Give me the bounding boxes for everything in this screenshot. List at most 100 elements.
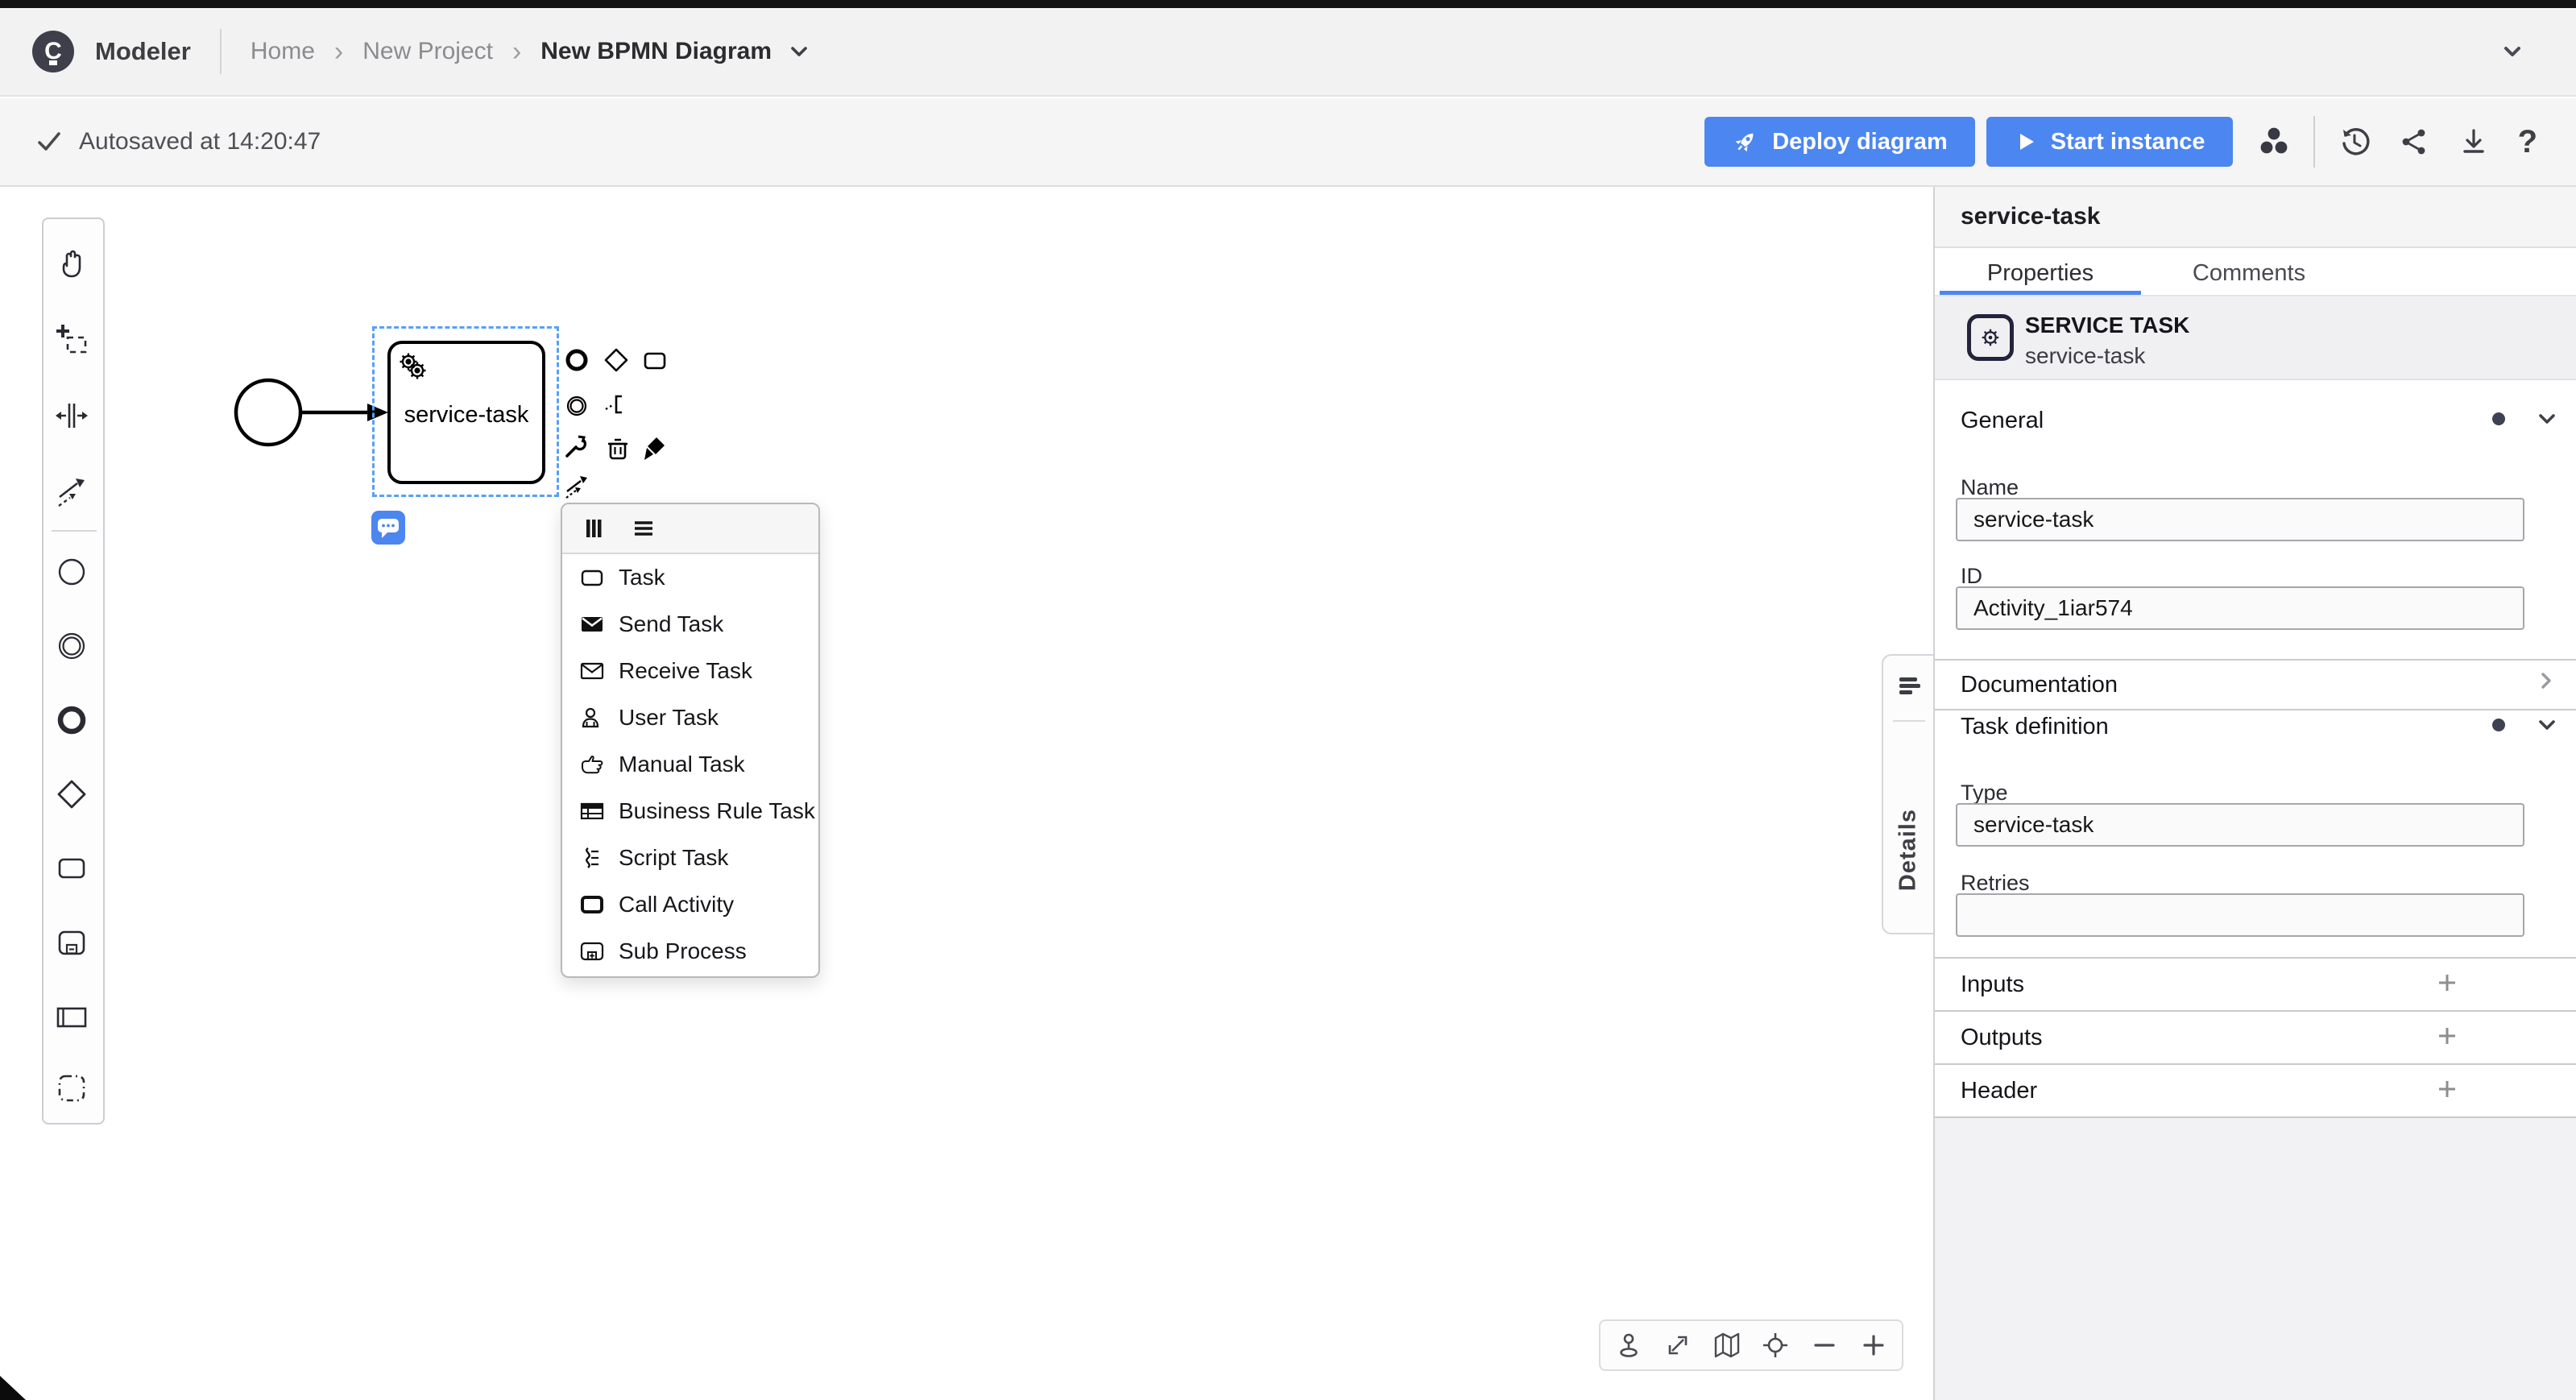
create-group-icon[interactable] — [54, 1071, 89, 1106]
menu-item-script-task[interactable]: Script Task — [562, 835, 818, 881]
id-input[interactable] — [1956, 586, 2524, 630]
sub-process-icon — [578, 938, 606, 965]
minimap-icon[interactable] — [1712, 1330, 1742, 1361]
create-participant-icon[interactable] — [54, 999, 89, 1034]
tab-properties[interactable]: Properties — [1940, 250, 2141, 296]
breadcrumb-project[interactable]: New Project — [362, 38, 493, 65]
reset-viewport-icon[interactable] — [1613, 1330, 1644, 1361]
documentation-chevron-right-icon[interactable] — [2534, 669, 2558, 693]
element-type-label: SERVICE TASK — [2025, 313, 2189, 338]
menu-item-user-task[interactable]: User Task — [562, 694, 818, 741]
speech-bubble-icon — [371, 511, 405, 545]
section-outputs-header[interactable]: Outputs — [1961, 1025, 2043, 1051]
camunda-logo[interactable]: C — [32, 31, 74, 72]
breadcrumb-home[interactable]: Home — [251, 38, 315, 65]
fit-viewport-icon[interactable] — [1663, 1330, 1693, 1361]
diagram-canvas[interactable]: service-task — [0, 187, 1933, 1400]
general-chevron-down-icon[interactable] — [2534, 406, 2560, 432]
tab-comments[interactable]: Comments — [2176, 250, 2321, 296]
start-instance-button[interactable]: Start instance — [1986, 117, 2233, 167]
version-history-icon[interactable] — [2338, 125, 2371, 159]
comments-badge[interactable] — [371, 511, 405, 545]
lasso-tool-icon[interactable] — [54, 322, 89, 358]
menu-item-receive-task[interactable]: Receive Task — [562, 648, 818, 694]
section-task-definition-header[interactable]: Task definition — [1961, 714, 2109, 740]
section-general-header[interactable]: General — [1961, 408, 2044, 434]
autosave-check-icon — [35, 128, 63, 155]
rocket-icon — [1732, 128, 1759, 155]
name-field-label: Name — [1961, 475, 2019, 500]
create-subprocess-icon[interactable] — [54, 925, 89, 960]
space-tool-icon[interactable] — [54, 398, 89, 433]
task-icon — [578, 564, 606, 591]
connect-tool-icon[interactable] — [563, 472, 590, 499]
create-start-event-icon[interactable] — [54, 554, 89, 590]
panel-footer-area — [1935, 1118, 2576, 1400]
global-connect-tool-icon[interactable] — [54, 473, 89, 508]
append-task-icon[interactable] — [641, 347, 669, 375]
palette — [42, 217, 105, 1125]
hand-tool-icon[interactable] — [54, 246, 89, 281]
business-rule-task-icon — [578, 797, 606, 825]
app-header: C Modeler Home › New Project › New BPMN … — [0, 8, 2576, 97]
canvas-nav-bar — [1599, 1319, 1903, 1371]
menu-item-task[interactable]: Task — [562, 554, 818, 601]
append-end-event-icon[interactable] — [563, 346, 590, 374]
delete-trash-icon[interactable] — [604, 435, 632, 462]
columns-view-icon[interactable] — [580, 515, 607, 542]
change-element-wrench-icon[interactable] — [562, 433, 590, 461]
deploy-diagram-button[interactable]: Deploy diagram — [1704, 117, 1975, 167]
service-task-shape[interactable]: service-task — [387, 341, 545, 484]
cluster-icon[interactable] — [2257, 125, 2291, 159]
app-name: Modeler — [95, 37, 191, 66]
task-label: service-task — [391, 402, 542, 429]
append-gateway-icon[interactable] — [603, 346, 630, 374]
toolbar-divider — [2313, 116, 2315, 168]
create-task-icon[interactable] — [54, 850, 89, 885]
menu-item-business-rule-task[interactable]: Business Rule Task — [562, 788, 818, 835]
menu-item-call-activity[interactable]: Call Activity — [562, 881, 818, 928]
details-panel-icon — [1895, 672, 1924, 701]
menu-item-manual-task[interactable]: Manual Task — [562, 741, 818, 788]
list-view-icon[interactable] — [630, 515, 657, 542]
service-gear-icon — [396, 349, 431, 384]
start-event[interactable] — [236, 380, 300, 445]
menu-item-send-task[interactable]: Send Task — [562, 601, 818, 648]
create-end-event-icon[interactable] — [54, 702, 89, 738]
name-input[interactable] — [1956, 498, 2524, 541]
section-divider — [1935, 957, 2576, 959]
add-header-plus-icon[interactable] — [2434, 1076, 2460, 1102]
header-collapse-chevron-icon[interactable] — [2499, 38, 2526, 65]
change-type-menu: Task Send Task Receive Task User Task Ma… — [561, 503, 820, 978]
play-icon — [2014, 130, 2038, 154]
type-input[interactable] — [1956, 803, 2524, 847]
add-output-plus-icon[interactable] — [2434, 1023, 2460, 1049]
help-icon[interactable]: ? — [2518, 124, 2537, 160]
create-intermediate-event-icon[interactable] — [54, 628, 89, 664]
download-icon[interactable] — [2457, 125, 2491, 159]
menu-item-sub-process[interactable]: Sub Process — [562, 928, 818, 975]
create-gateway-icon[interactable] — [54, 777, 89, 812]
task-definition-modified-dot — [2492, 719, 2505, 731]
section-documentation-header[interactable]: Documentation — [1961, 672, 2118, 698]
panel-title: service-task — [1961, 203, 2100, 230]
zoom-in-icon[interactable] — [1858, 1330, 1889, 1361]
retries-input[interactable] — [1956, 893, 2524, 937]
append-intermediate-event-icon[interactable] — [563, 392, 590, 420]
panel-title-row: service-task — [1935, 187, 2576, 248]
add-input-plus-icon[interactable] — [2434, 970, 2460, 996]
task-definition-chevron-down-icon[interactable] — [2534, 712, 2560, 738]
share-icon[interactable] — [2399, 126, 2429, 157]
diagram-name-chevron-icon[interactable] — [786, 39, 812, 64]
section-inputs-header[interactable]: Inputs — [1961, 971, 2024, 998]
section-divider — [1935, 1063, 2576, 1065]
zoom-out-icon[interactable] — [1809, 1330, 1840, 1361]
append-text-annotation-icon[interactable] — [603, 391, 630, 418]
center-viewport-icon[interactable] — [1760, 1330, 1791, 1361]
set-color-brush-icon[interactable] — [640, 435, 667, 462]
user-task-icon — [578, 704, 606, 731]
breadcrumb-diagram[interactable]: New BPMN Diagram — [540, 38, 772, 65]
details-tab-divider — [1893, 720, 1925, 722]
details-drawer-tab[interactable]: Details — [1882, 654, 1933, 934]
section-header-header[interactable]: Header — [1961, 1078, 2037, 1104]
